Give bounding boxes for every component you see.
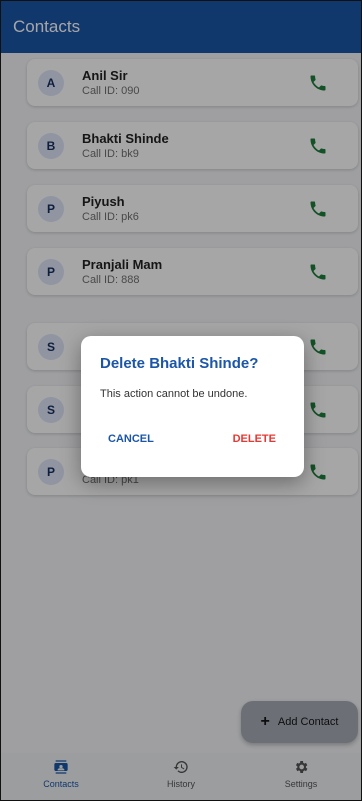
dialog-title: Delete Bhakti Shinde? bbox=[100, 355, 259, 372]
app-screen: Contacts A Anil Sir Call ID: 090 B Bhakt… bbox=[0, 0, 362, 801]
dialog-message: This action cannot be undone. bbox=[100, 388, 248, 400]
cancel-button[interactable]: CANCEL bbox=[108, 433, 154, 445]
delete-button[interactable]: DELETE bbox=[233, 433, 276, 445]
delete-confirm-dialog: Delete Bhakti Shinde? This action cannot… bbox=[81, 336, 304, 477]
